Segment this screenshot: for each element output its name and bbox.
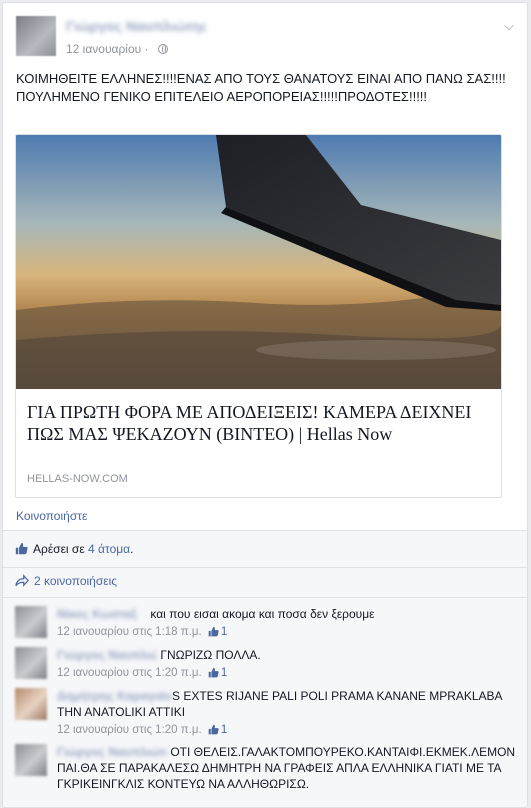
share-arrow-icon bbox=[15, 574, 29, 587]
comment-time[interactable]: 12 ιανουαρίου στις 1:20 π.μ. bbox=[57, 667, 202, 679]
likes-suffix: . bbox=[130, 542, 134, 556]
thumbs-up-icon bbox=[15, 542, 28, 555]
comment-time[interactable]: 12 ιανουαρίου στις 1:18 π.μ. bbox=[57, 626, 202, 638]
link-title[interactable]: ΓΙΑ ΠΡΩΤΗ ΦΟΡΑ ΜΕ ΑΠΟΔΕΙΞΕΙΣ! ΚΑΜΕΡΑ ΔΕΙ… bbox=[27, 401, 489, 445]
share-button[interactable]: Κοινοποιήστε bbox=[16, 509, 87, 523]
comment-body: Γιώργος Ναυπλιώτης ΟΤΙ ΘΕΛΕΙΣ.ΓΑΛΑΚΤΟΜΠΟ… bbox=[57, 744, 517, 792]
comment-body: Νίκος Κωσταξ και που εισαι ακομα και ποσ… bbox=[57, 606, 517, 640]
commenter-avatar[interactable] bbox=[15, 744, 47, 776]
commenter-avatar[interactable] bbox=[15, 606, 47, 638]
comment-like-count[interactable]: 1 bbox=[221, 724, 227, 736]
post-header: Γιώργος Ναυπλιώτης 12 ιανουαρίου · ⌵ bbox=[16, 16, 516, 60]
comment-meta: 12 ιανουαρίου στις 1:20 π.μ. 1 bbox=[57, 722, 517, 738]
likes-count-link[interactable]: 4 άτομα bbox=[88, 542, 130, 556]
shares-bar: 2 κοινοποιήσεις bbox=[3, 567, 527, 597]
commenter-avatar[interactable] bbox=[15, 688, 47, 720]
audience-separator: · bbox=[141, 42, 152, 56]
likes-summary: Αρέσει σε 4 άτομα. bbox=[15, 542, 133, 556]
comment-body: Δημήτρης ΚαραγιάννηςS EXTES RIJANE PALI … bbox=[57, 688, 517, 738]
comment-body: Γιώργος Ναυπλιώτης ΓΝΩΡΙΖΩ ΠΟΛΛΑ. 12 ιαν… bbox=[57, 647, 517, 681]
likes-bar: Αρέσει σε 4 άτομα. bbox=[3, 530, 527, 567]
commenter-avatar[interactable] bbox=[15, 647, 47, 679]
post-card: Γιώργος Ναυπλιώτης 12 ιανουαρίου · ⌵ ΚΟΙ… bbox=[2, 2, 528, 808]
post-meta: 12 ιανουαρίου · bbox=[66, 42, 168, 56]
comment-like-count[interactable]: 1 bbox=[221, 667, 227, 679]
comment-meta: 12 ιανουαρίου στις 1:18 π.μ. 1 bbox=[57, 624, 517, 640]
link-preview-card[interactable]: ΓΙΑ ΠΡΩΤΗ ΦΟΡΑ ΜΕ ΑΠΟΔΕΙΞΕΙΣ! ΚΑΜΕΡΑ ΔΕΙ… bbox=[15, 134, 502, 498]
shares-summary[interactable]: 2 κοινοποιήσεις bbox=[15, 574, 117, 588]
comment-text: και που εισαι ακομα και ποσα δεν ξερουμε bbox=[150, 607, 375, 621]
commenter-name[interactable]: Δημήτρης Καραγιάννης bbox=[57, 688, 172, 704]
commenter-name[interactable]: Νίκος Κωσταξ bbox=[57, 606, 147, 622]
comment-meta: 12 ιανουαρίου στις 1:20 π.μ. 1 bbox=[57, 665, 517, 681]
post-date[interactable]: 12 ιανουαρίου bbox=[66, 42, 141, 56]
comment-text: ΓΝΩΡΙΖΩ ΠΟΛΛΑ. bbox=[160, 648, 261, 662]
globe-icon[interactable] bbox=[157, 44, 168, 54]
author-name[interactable]: Γιώργος Ναυπλιώτης bbox=[66, 18, 206, 34]
comment-like-count[interactable]: 1 bbox=[221, 626, 227, 638]
commenter-name[interactable]: Γιώργος Ναυπλιώτης bbox=[57, 647, 157, 663]
chevron-down-icon[interactable]: ⌵ bbox=[504, 18, 514, 34]
comment-time[interactable]: 12 ιανουαρίου στις 1:20 π.μ. bbox=[57, 724, 202, 736]
post-text: ΚΟΙΜΗΘΕΙΤΕ ΕΛΛΗΝΕΣ!!!!ΕΝΑΣ ΑΠΟ ΤΟΥΣ ΘΑΝΑ… bbox=[16, 71, 506, 104]
commenter-name[interactable]: Γιώργος Ναυπλιώτης bbox=[57, 744, 167, 760]
thumbs-up-icon[interactable] bbox=[208, 724, 219, 735]
link-preview-image[interactable] bbox=[16, 135, 501, 389]
author-avatar[interactable] bbox=[16, 16, 56, 56]
thumbs-up-icon[interactable] bbox=[208, 626, 219, 637]
thumbs-up-icon[interactable] bbox=[208, 667, 219, 678]
comments-section: Νίκος Κωσταξ και που εισαι ακομα και ποσ… bbox=[3, 597, 527, 807]
shares-count-link[interactable]: 2 κοινοποιήσεις bbox=[34, 574, 117, 588]
link-domain: HELLAS-NOW.COM bbox=[27, 473, 128, 485]
likes-prefix: Αρέσει σε bbox=[33, 542, 85, 556]
